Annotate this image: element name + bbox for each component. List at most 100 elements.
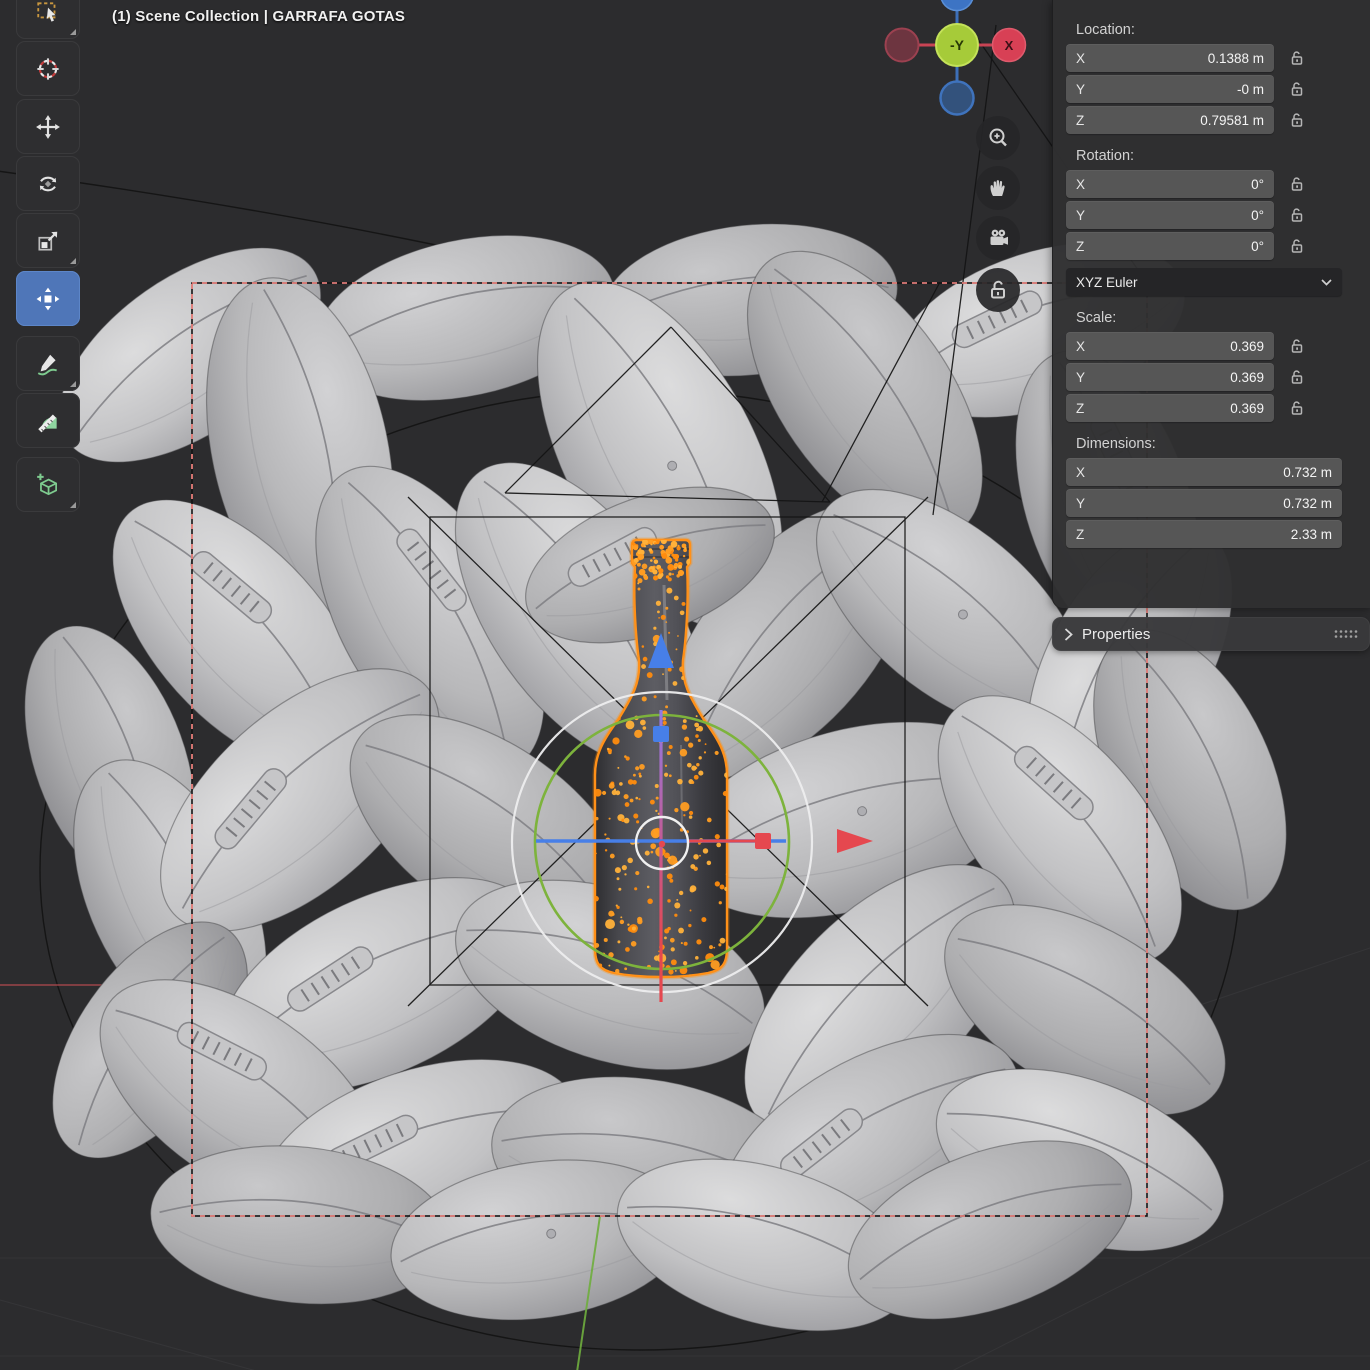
rotation-x-lock-button[interactable] (1290, 176, 1305, 193)
field-value: 0.732 m (1283, 495, 1332, 511)
zoom-button[interactable] (976, 116, 1020, 160)
axis-label: X (1076, 338, 1086, 354)
tool-annotate-button[interactable] (16, 336, 80, 391)
field-value: -0 m (1237, 81, 1264, 97)
drag-dots-icon (1334, 630, 1358, 638)
measure-icon (38, 414, 57, 432)
rotation-z-row: Z 0° (1066, 232, 1370, 260)
rotation-y-field[interactable]: Y 0° (1066, 201, 1274, 229)
tool-transform-button[interactable] (16, 271, 80, 326)
rotation-mode-dropdown[interactable]: XYZ Euler (1066, 268, 1342, 296)
unlock-icon (991, 280, 1005, 299)
rotation-y-row: Y 0° (1066, 201, 1370, 229)
unlock-icon (1291, 238, 1303, 253)
rotate-icon (39, 176, 57, 191)
rotation-z-lock-button[interactable] (1290, 238, 1305, 255)
location-x-row: X 0.1388 m (1066, 44, 1370, 72)
rotation-x-field[interactable]: X 0° (1066, 170, 1274, 198)
axis-label: Y (1076, 81, 1086, 97)
dimensions-y-field[interactable]: Y 0.732 m (1066, 489, 1342, 517)
nav-axis-z-positive[interactable] (940, 0, 974, 12)
location-z-row: Z 0.79581 m (1066, 106, 1370, 134)
gizmo-center-dot (658, 840, 666, 848)
tool-move-button[interactable] (16, 99, 80, 154)
scale-section-label: Scale: (1076, 310, 1117, 326)
field-value: 0.79581 m (1200, 112, 1264, 128)
scale-z-lock-button[interactable] (1290, 400, 1305, 417)
dimensions-x-field[interactable]: X 0.732 m (1066, 458, 1342, 486)
scale-z-field[interactable]: Z 0.369 (1066, 394, 1274, 422)
nav-gizmo-center-label: -Y (950, 37, 965, 53)
dimensions-y-row: Y 0.732 m (1066, 489, 1370, 517)
scale-x-field[interactable]: X 0.369 (1066, 332, 1274, 360)
properties-panel-toggle[interactable]: Properties (1052, 617, 1370, 651)
hand-icon (990, 180, 1005, 196)
lock-view-button[interactable] (976, 268, 1020, 312)
field-value: 0.369 (1230, 400, 1264, 416)
gizmo-blue-handle[interactable] (653, 726, 669, 742)
tool-cursor-button[interactable] (16, 41, 80, 96)
tool-rotate-button[interactable] (16, 156, 80, 211)
field-value: 0° (1251, 238, 1264, 254)
location-z-field[interactable]: Z 0.79581 m (1066, 106, 1274, 134)
nav-gizmo-x-label: X (1005, 38, 1014, 53)
axis-label: Y (1076, 495, 1086, 511)
scale-z-row: Z 0.369 (1066, 394, 1370, 422)
axis-label: Y (1076, 369, 1086, 385)
rotation-y-lock-button[interactable] (1290, 207, 1305, 224)
tool-select-box-button[interactable] (16, 0, 80, 39)
location-section-label: Location: (1076, 22, 1135, 38)
scale-x-row: X 0.369 (1066, 332, 1370, 360)
unlock-icon (1291, 400, 1303, 415)
location-x-lock-button[interactable] (1290, 50, 1305, 67)
rotation-mode-value: XYZ Euler (1076, 274, 1138, 290)
chevron-right-icon (1064, 627, 1073, 641)
camera-view-button[interactable] (976, 216, 1020, 260)
unlock-icon (1291, 338, 1303, 353)
zoom-icon (989, 128, 1007, 147)
unlock-icon (1291, 50, 1303, 65)
axis-label: X (1076, 50, 1086, 66)
tool-scale-button[interactable] (16, 213, 80, 268)
rotation-x-row: X 0° (1066, 170, 1370, 198)
scale-y-field[interactable]: Y 0.369 (1066, 363, 1274, 391)
location-y-lock-button[interactable] (1290, 81, 1305, 98)
rotation-z-field[interactable]: Z 0° (1066, 232, 1274, 260)
unlock-icon (1291, 369, 1303, 384)
unlock-icon (1291, 112, 1303, 127)
location-y-row: Y -0 m (1066, 75, 1370, 103)
nav-axis-x-negative[interactable] (884, 27, 920, 63)
chevron-down-icon (1321, 278, 1332, 286)
transform-panel: Location: X 0.1388 m Y -0 m Z 0.79581 m … (1052, 0, 1370, 608)
tool-add-cube-button[interactable] (16, 457, 80, 512)
scale-x-lock-button[interactable] (1290, 338, 1305, 355)
axis-label: Y (1076, 207, 1086, 223)
axis-label: Z (1076, 238, 1085, 254)
axis-label: Z (1076, 112, 1085, 128)
nav-axis-z-negative[interactable] (939, 80, 975, 116)
gizmo-red-handle[interactable] (755, 833, 771, 849)
select-box-icon (37, 1, 56, 22)
camera-icon (990, 229, 1008, 245)
location-x-field[interactable]: X 0.1388 m (1066, 44, 1274, 72)
field-value: 0° (1251, 207, 1264, 223)
navigation-gizmo[interactable]: -Y X (878, 0, 1038, 130)
rotation-section-label: Rotation: (1076, 148, 1135, 164)
add-cube-icon (37, 473, 57, 495)
location-y-field[interactable]: Y -0 m (1066, 75, 1274, 103)
location-z-lock-button[interactable] (1290, 112, 1305, 129)
axis-label: X (1076, 464, 1086, 480)
cursor-icon (37, 57, 59, 80)
field-value: 0.369 (1230, 338, 1264, 354)
blender-3d-viewport-window: (1) Scene Collection | GARRAFA GOTAS -Y … (0, 0, 1370, 1370)
field-value: 0.1388 m (1207, 50, 1264, 66)
move-icon (36, 114, 60, 139)
scale-y-lock-button[interactable] (1290, 369, 1305, 386)
dimensions-x-row: X 0.732 m (1066, 458, 1370, 486)
unlock-icon (1291, 81, 1303, 96)
axis-label: Z (1076, 526, 1085, 542)
dimensions-z-field[interactable]: Z 2.33 m (1066, 520, 1342, 548)
annotate-pen-icon (37, 354, 58, 375)
pan-button[interactable] (976, 166, 1020, 210)
tool-measure-button[interactable] (16, 393, 80, 448)
